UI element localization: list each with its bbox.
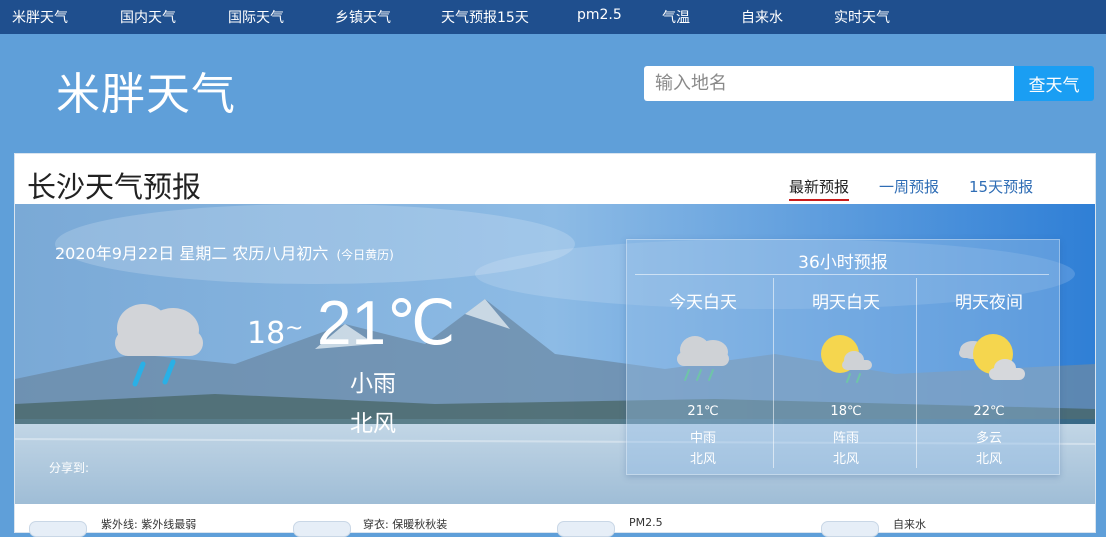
nav-item-15day[interactable]: 天气预报15天 xyxy=(441,7,529,27)
life-item-pm25[interactable]: PM2.5 xyxy=(629,516,663,529)
nav-item-home[interactable]: 米胖天气 xyxy=(12,7,68,27)
life-item-tapwater[interactable]: 自来水 xyxy=(893,516,926,532)
period-weather: 多云 xyxy=(975,431,1002,446)
life-index-icon xyxy=(29,521,87,537)
forecast-period: 明天夜间 22℃ 多云 北风 xyxy=(916,278,1061,468)
life-index-icon xyxy=(821,521,879,537)
period-wind: 北风 xyxy=(689,452,716,467)
partly-cloudy-icon xyxy=(959,334,1025,380)
tab-15day[interactable]: 15天预报 xyxy=(969,176,1033,197)
nav-item-tapwater[interactable]: 自来水 xyxy=(741,7,783,27)
forecast-period: 今天白天 21℃ 中雨 北风 xyxy=(631,278,775,468)
date-line: 2020年9月22日 星期二 农历八月初六 (今日黄历) xyxy=(55,240,394,264)
wind-direction: 北风 xyxy=(350,411,396,437)
temp-separator: ~ xyxy=(285,316,304,341)
top-nav: 米胖天气 国内天气 国际天气 乡镇天气 天气预报15天 pm2.5 气温 自来水… xyxy=(0,0,1106,34)
period-weather: 阵雨 xyxy=(832,431,859,446)
forecast-period: 明天白天 18℃ 阵雨 北风 xyxy=(773,278,918,468)
nav-item-international[interactable]: 国际天气 xyxy=(228,7,284,27)
divider xyxy=(635,274,1049,275)
nav-item-temperature[interactable]: 气温 xyxy=(662,7,690,27)
period-weather: 中雨 xyxy=(689,431,716,446)
search-button[interactable]: 查天气 xyxy=(1014,66,1094,101)
life-item-uv[interactable]: 紫外线: 紫外线最弱 xyxy=(101,516,196,532)
site-logo[interactable]: 米胖天气 xyxy=(56,58,236,122)
forecast-36h-panel: 36小时预报 今天白天 21℃ 中雨 北风 明天白天 18℃ 阵雨 北风 明天夜… xyxy=(626,239,1060,475)
period-temp: 21℃ xyxy=(687,404,719,419)
nav-item-pm25[interactable]: pm2.5 xyxy=(577,7,622,23)
life-item-clothing[interactable]: 穿衣: 保暖秋秋装 xyxy=(363,516,447,532)
temp-high: 21℃ xyxy=(317,289,456,358)
forecast-card: 长沙天气预报 最新预报 一周预报 15天预报 2020年9月22日 星期二 农历… xyxy=(14,153,1096,537)
tab-week[interactable]: 一周预报 xyxy=(879,176,939,197)
period-wind: 北风 xyxy=(832,452,859,467)
forecast-36h-title: 36小时预报 xyxy=(798,253,888,273)
nav-item-realtime[interactable]: 实时天气 xyxy=(834,7,890,27)
almanac-link[interactable]: (今日黄历) xyxy=(336,248,393,262)
temp-low: 18 xyxy=(247,316,286,351)
period-temp: 18℃ xyxy=(830,404,862,419)
period-name: 今天白天 xyxy=(669,293,737,313)
nav-item-domestic[interactable]: 国内天气 xyxy=(120,7,176,27)
period-wind: 北风 xyxy=(975,452,1002,467)
life-index-row: 紫外线: 紫外线最弱 穿衣: 保暖秋秋装 PM2.5 自来水 xyxy=(15,510,1095,537)
search-input[interactable] xyxy=(644,66,1014,101)
search-bar: 查天气 xyxy=(644,66,1094,101)
period-name: 明天夜间 xyxy=(955,293,1023,313)
period-temp: 22℃ xyxy=(973,404,1005,419)
weather-hero: 2020年9月22日 星期二 农历八月初六 (今日黄历) 18 ~ 21℃ 小雨 … xyxy=(15,204,1095,504)
life-index-icon xyxy=(557,521,615,537)
period-name: 明天白天 xyxy=(812,293,880,313)
nav-item-township[interactable]: 乡镇天气 xyxy=(335,7,391,27)
weather-condition: 小雨 xyxy=(350,371,396,397)
today-date: 2020年9月22日 星期二 农历八月初六 xyxy=(55,244,329,263)
rain-cloud-icon xyxy=(115,304,203,387)
sun-shower-icon xyxy=(821,335,872,383)
share-label: 分享到: xyxy=(49,461,90,475)
life-index-icon xyxy=(293,521,351,537)
heavy-rain-cloud-icon xyxy=(677,336,729,381)
tab-latest[interactable]: 最新预报 xyxy=(789,176,850,201)
page-title: 长沙天气预报 xyxy=(27,170,202,204)
